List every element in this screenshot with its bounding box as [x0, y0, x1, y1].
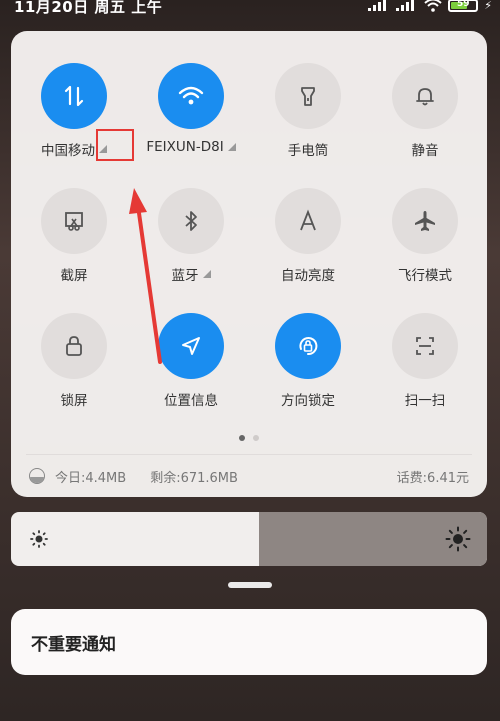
data-today: 今日:4.4MB — [55, 470, 127, 486]
battery-level: 59 — [457, 0, 470, 9]
notification-section-title: 不重要通知 — [31, 635, 116, 655]
data-usage-icon — [29, 468, 45, 484]
signal-1-icon — [368, 0, 390, 11]
status-bar: 11月20日 周五 上午 59 ⚡ — [0, 0, 500, 22]
tile-label-text: 锁屏 — [60, 393, 88, 409]
airplane-icon[interactable] — [392, 188, 458, 254]
tile-location[interactable]: 位置信息 — [136, 313, 246, 409]
tile-lock[interactable]: 锁屏 — [19, 313, 129, 409]
phone-balance: 话费:6.41元 — [396, 470, 469, 486]
tile-label: 飞行模式 — [370, 264, 480, 284]
drag-handle[interactable] — [228, 582, 272, 588]
tile-label: 扫一扫 — [370, 389, 480, 409]
auto-brightness-icon[interactable] — [275, 188, 341, 254]
divider — [26, 454, 472, 455]
tile-bell[interactable]: 静音 — [370, 63, 480, 159]
tile-label: 静音 — [370, 139, 480, 159]
tile-bluetooth[interactable]: 蓝牙 — [136, 188, 246, 284]
quick-settings-panel: 中国移动 FEIXUN-D8I 手电筒 静音截屏 蓝牙 自动亮度 飞行模式锁屏 位置信息 方向锁… — [11, 31, 487, 497]
brightness-low-icon — [30, 530, 48, 548]
tile-label-text: 中国移动 — [41, 143, 95, 159]
expand-corner-icon[interactable] — [227, 143, 236, 151]
battery-icon: 59 — [448, 0, 479, 12]
tile-label-text: FEIXUN-D8I — [146, 139, 224, 155]
tile-label-text: 飞行模式 — [398, 268, 452, 284]
tile-label: FEIXUN-D8I — [136, 139, 246, 155]
tile-auto-brightness[interactable]: 自动亮度 — [253, 188, 363, 284]
tile-label: 蓝牙 — [136, 264, 246, 284]
bell-icon[interactable] — [392, 63, 458, 129]
scan-icon[interactable] — [392, 313, 458, 379]
tile-wifi[interactable]: FEIXUN-D8I — [136, 63, 246, 155]
tile-label-text: 手电筒 — [287, 143, 329, 159]
flashlight-icon[interactable] — [275, 63, 341, 129]
brightness-high-icon — [445, 526, 471, 552]
screenshot-icon[interactable] — [41, 188, 107, 254]
tile-label: 自动亮度 — [253, 264, 363, 284]
expand-corner-icon[interactable] — [202, 270, 211, 278]
tile-label-text: 方向锁定 — [281, 393, 335, 409]
tile-label-text: 蓝牙 — [171, 268, 199, 284]
tile-label-text: 自动亮度 — [281, 268, 335, 284]
tile-scan[interactable]: 扫一扫 — [370, 313, 480, 409]
data-usage-row[interactable]: 今日:4.4MB 剩余:671.6MB 话费:6.41元 — [29, 465, 469, 487]
data-remaining: 剩余:671.6MB — [150, 470, 238, 486]
tile-label: 手电筒 — [253, 139, 363, 159]
brightness-slider[interactable] — [11, 512, 487, 566]
tile-label: 方向锁定 — [253, 389, 363, 409]
tile-label-text: 截屏 — [60, 268, 88, 284]
lock-icon[interactable] — [41, 313, 107, 379]
page-dot[interactable] — [253, 435, 259, 441]
tile-rotation-lock[interactable]: 方向锁定 — [253, 313, 363, 409]
tile-airplane[interactable]: 飞行模式 — [370, 188, 480, 284]
tile-label-text: 静音 — [411, 143, 439, 159]
status-time: 11月20日 周五 上午 — [14, 0, 163, 16]
wifi-icon — [424, 0, 442, 12]
bluetooth-icon[interactable] — [158, 188, 224, 254]
annotation-highlight-box — [96, 129, 134, 161]
page-indicator — [11, 435, 487, 441]
tile-screenshot[interactable]: 截屏 — [19, 188, 129, 284]
tile-flashlight[interactable]: 手电筒 — [253, 63, 363, 159]
rotation-lock-icon[interactable] — [275, 313, 341, 379]
status-icons: 59 ⚡ — [368, 0, 492, 12]
tile-label: 截屏 — [19, 264, 129, 284]
mobile-data-icon[interactable] — [41, 63, 107, 129]
page-dot-active[interactable] — [239, 435, 245, 441]
charging-bolt-icon: ⚡ — [484, 0, 492, 12]
location-icon[interactable] — [158, 313, 224, 379]
signal-2-icon — [396, 0, 418, 11]
notification-section[interactable]: 不重要通知 — [11, 609, 487, 675]
tile-label: 位置信息 — [136, 389, 246, 409]
wifi-icon[interactable] — [158, 63, 224, 129]
tile-label: 锁屏 — [19, 389, 129, 409]
tile-label-text: 位置信息 — [164, 393, 218, 409]
tile-label-text: 扫一扫 — [404, 393, 446, 409]
